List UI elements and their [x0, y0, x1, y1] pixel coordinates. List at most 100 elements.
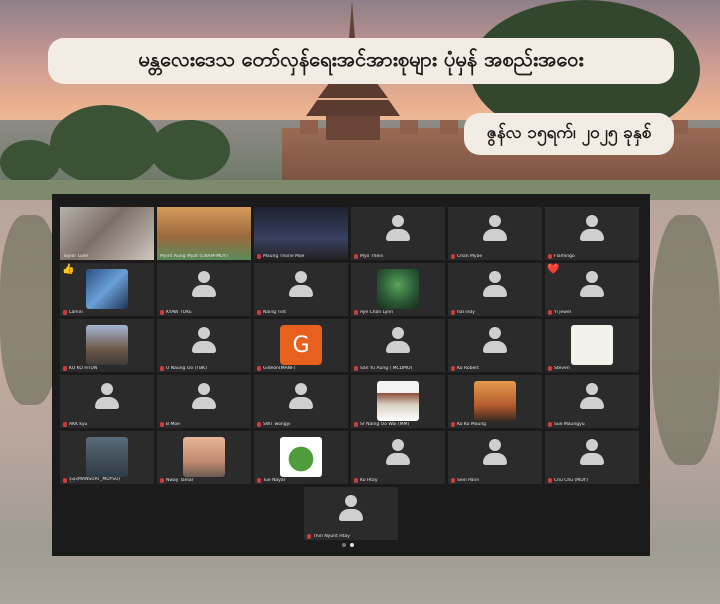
participant-name: Maung Thone Moe — [263, 254, 305, 259]
tree — [0, 140, 60, 185]
participant-name-label: U Naung Oo (TBK) — [160, 366, 248, 371]
page-indicator[interactable] — [342, 543, 354, 547]
default-avatar-icon — [481, 439, 509, 471]
muted-mic-icon — [160, 422, 164, 427]
participant-name-label: Steven — [548, 366, 636, 371]
participant-name: Naing Tint — [263, 310, 286, 315]
profile-picture — [377, 381, 419, 421]
participant-name-label: Sr Naing Oo Wai (MM) — [354, 422, 442, 427]
participant-name: SWT wongyi — [263, 422, 291, 427]
participant-tile[interactable]: G Gideon(MANF) — [254, 319, 348, 372]
muted-mic-icon — [257, 478, 261, 483]
participant-tile[interactable]: Ko Robert — [448, 319, 542, 372]
participant-video — [157, 207, 251, 260]
participant-tile[interactable]: Taylor Gale — [60, 207, 154, 260]
default-avatar-icon — [481, 271, 509, 303]
participant-tile[interactable]: San Yu Aung ( MCDMO) — [351, 319, 445, 372]
participant-tile[interactable]: B Moe — [157, 375, 251, 428]
muted-mic-icon — [63, 422, 67, 427]
participant-tile[interactable]: Myo Thein — [351, 207, 445, 260]
participant-name-label: Taylor Gale — [63, 254, 151, 259]
participant-tile[interactable]: Chu Chu (MDY) — [545, 431, 639, 484]
participant-tile[interactable]: SWT wongyi — [254, 375, 348, 428]
participant-name-label: Nway Tamar — [160, 478, 248, 483]
muted-mic-icon — [354, 422, 358, 427]
participant-tile[interactable]: hal indy — [448, 263, 542, 316]
muted-mic-icon — [63, 310, 67, 315]
palace-roof — [306, 100, 400, 116]
participant-tile[interactable]: Sr Naing Oo Wai (MM) — [351, 375, 445, 428]
participant-name-label: Ko Robert — [451, 366, 539, 371]
participant-tile[interactable]: Nway Tamar — [157, 431, 251, 484]
muted-mic-icon — [451, 254, 455, 259]
muted-mic-icon — [451, 478, 455, 483]
participant-tile[interactable]: Aye Chan Lynn — [351, 263, 445, 316]
meeting-date-banner: ဇွန်လ ၁၅ရက်၊ ၂၀၂၅ ခုနှစ် — [464, 113, 674, 155]
participant-tile[interactable]: Flamingo — [545, 207, 639, 260]
wall-merlon — [400, 120, 418, 134]
participant-name: Sein Pann — [457, 478, 480, 483]
profile-picture — [474, 381, 516, 421]
participant-tile[interactable]: Sein Pann — [448, 431, 542, 484]
participant-tile[interactable]: Steven — [545, 319, 639, 372]
participant-name-label: Naing Tint — [257, 310, 345, 315]
palace-roof — [318, 84, 388, 98]
video-call-window: Taylor Gale Myint Aung Myat (CNAM-MDY) Mau… — [52, 194, 650, 556]
participant-name: Myint Aung Myat (CNAM-MDY) — [160, 254, 228, 259]
participant-tile[interactable]: Ko Htay — [351, 431, 445, 484]
participant-tile[interactable]: Naing Tint — [254, 263, 348, 316]
participant-name: Flamingo — [554, 254, 575, 259]
participant-name: KO KO HTUN — [69, 366, 98, 371]
participant-tile[interactable]: ခိုးခိုး(MANSURT_MDYSU) — [60, 431, 154, 484]
participant-tile[interactable]: Tue Nayar — [254, 431, 348, 484]
participant-name-label: Tue Nayar — [257, 478, 345, 483]
tree-reflection — [652, 215, 720, 465]
participant-tile[interactable]: U Naung Oo (TBK) — [157, 319, 251, 372]
participant-video — [254, 207, 348, 260]
participant-tile[interactable]: Chan Myae — [448, 207, 542, 260]
participant-name: B Moe — [166, 422, 180, 427]
default-avatar-icon — [384, 439, 412, 471]
palace-pavilion — [326, 116, 380, 140]
participant-tile[interactable]: AKK kyu — [60, 375, 154, 428]
participant-tile[interactable]: KO KO HTUN — [60, 319, 154, 372]
participant-tile[interactable]: Maung Thone Moe — [254, 207, 348, 260]
profile-picture — [280, 437, 322, 477]
participant-tile[interactable]: KYAW TOKE — [157, 263, 251, 316]
participant-name: San Yu Aung ( MCDMO) — [360, 366, 413, 371]
participant-name-label: Maung Thone Moe — [257, 254, 345, 259]
profile-picture — [86, 325, 128, 365]
participant-name-label: Ko Htay — [354, 478, 442, 483]
participant-tile[interactable]: Sue Maungyu — [545, 375, 639, 428]
participant-tile[interactable]: Ko Ko Maung — [448, 375, 542, 428]
muted-mic-icon — [63, 477, 67, 483]
participant-name: Chan Myae — [457, 254, 483, 259]
muted-mic-icon — [451, 310, 455, 315]
reaction-icon: 👍 — [62, 264, 75, 275]
participant-name: KYAW TOKE — [166, 310, 192, 315]
page-dot[interactable] — [350, 543, 354, 547]
participant-name: ခိုးခိုး(MANSURT_MDYSU) — [69, 477, 121, 482]
default-avatar-icon — [287, 271, 315, 303]
tree — [150, 120, 230, 180]
tree-reflection — [0, 215, 60, 405]
default-avatar-icon — [481, 327, 509, 359]
participant-name-label: hal indy — [451, 310, 539, 315]
participant-tile[interactable]: ❤️ Yi jewel — [545, 263, 639, 316]
participant-name: Ko Ko Maung — [457, 422, 487, 427]
muted-mic-icon — [548, 422, 552, 427]
page-dot[interactable] — [342, 543, 346, 547]
muted-mic-icon — [548, 366, 552, 371]
participant-name: AKK kyu — [69, 422, 88, 427]
participant-tile[interactable]: Thiri Nyunt Htay — [304, 487, 398, 540]
participant-tile[interactable]: 👍 Lamin — [60, 263, 154, 316]
participant-name-label: KYAW TOKE — [160, 310, 248, 315]
default-avatar-icon — [190, 271, 218, 303]
participant-tile[interactable]: Myint Aung Myat (CNAM-MDY) — [157, 207, 251, 260]
meeting-date: ဇွန်လ ၁၅ရက်၊ ၂၀၂၅ ခုနှစ် — [486, 122, 652, 143]
participant-name: Tue Nayar — [263, 478, 286, 483]
participant-name: Sue Maungyu — [554, 422, 585, 427]
default-avatar-icon — [190, 383, 218, 415]
participant-name: Gideon(MANF) — [263, 366, 296, 371]
participant-name: Steven — [554, 366, 570, 371]
